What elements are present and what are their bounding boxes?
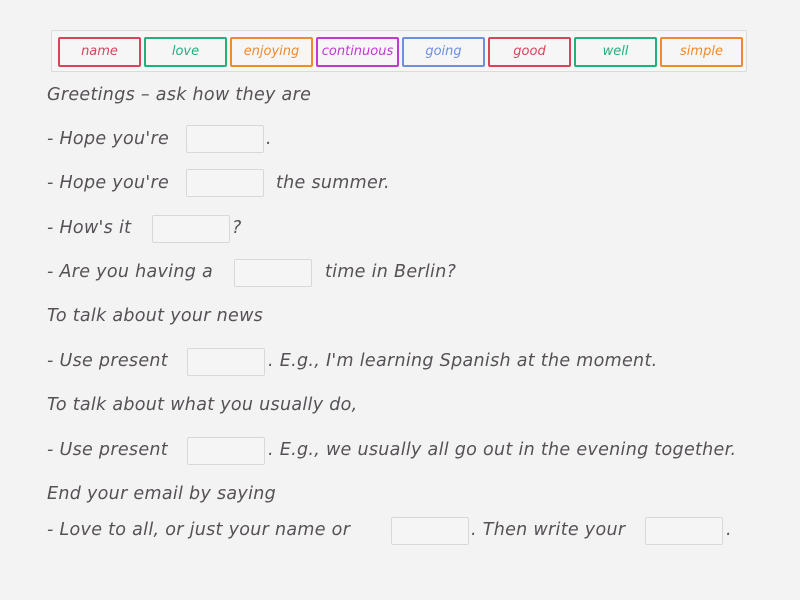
blank-4[interactable] [234, 259, 312, 287]
sentence-text: - Hope you're [47, 129, 170, 149]
sentence-hope-youre-2: - Hope you're [47, 173, 170, 193]
sentence-hows-it: - How's it [47, 218, 132, 238]
blank-6[interactable] [187, 437, 265, 465]
word-piece-going[interactable]: going [402, 37, 485, 67]
heading-greetings: Greetings – ask how they are [47, 85, 312, 105]
heading-end-email: End your email by saying [47, 484, 277, 504]
blank-8[interactable] [645, 517, 723, 545]
sentence-are-you-having: - Are you having a [47, 262, 214, 282]
word-piece-continuous[interactable]: continuous [316, 37, 399, 67]
sentence-text-after: . E.g., we usually all go out in the eve… [268, 440, 737, 460]
word-bank: name love enjoying continuous going good… [51, 30, 747, 72]
sentence-love-to-all: - Love to all, or just your name or [47, 520, 351, 540]
blank-3[interactable] [152, 215, 230, 243]
heading-usually: To talk about what you usually do, [47, 395, 358, 415]
word-piece-love[interactable]: love [144, 37, 227, 67]
blank-1[interactable] [186, 125, 264, 153]
sentence-punct: . [266, 129, 272, 149]
heading-news: To talk about your news [47, 306, 264, 326]
word-piece-simple[interactable]: simple [660, 37, 743, 67]
word-piece-well[interactable]: well [574, 37, 657, 67]
sentence-text-after: time in Berlin? [325, 262, 457, 282]
blank-7[interactable] [391, 517, 469, 545]
sentence-use-present-2: - Use present [47, 440, 168, 460]
sentence-text-after: ? [232, 218, 242, 238]
word-piece-enjoying[interactable]: enjoying [230, 37, 313, 67]
sentence-use-present-1: - Use present [47, 351, 168, 371]
word-piece-good[interactable]: good [488, 37, 571, 67]
sentence-text-middle: . Then write your [471, 520, 626, 540]
blank-2[interactable] [186, 169, 264, 197]
sentence-text-after: . E.g., I'm learning Spanish at the mome… [268, 351, 658, 371]
sentence-text-after: . [726, 520, 732, 540]
word-piece-name[interactable]: name [58, 37, 141, 67]
blank-5[interactable] [187, 348, 265, 376]
sentence-text-after: the summer. [276, 173, 390, 193]
